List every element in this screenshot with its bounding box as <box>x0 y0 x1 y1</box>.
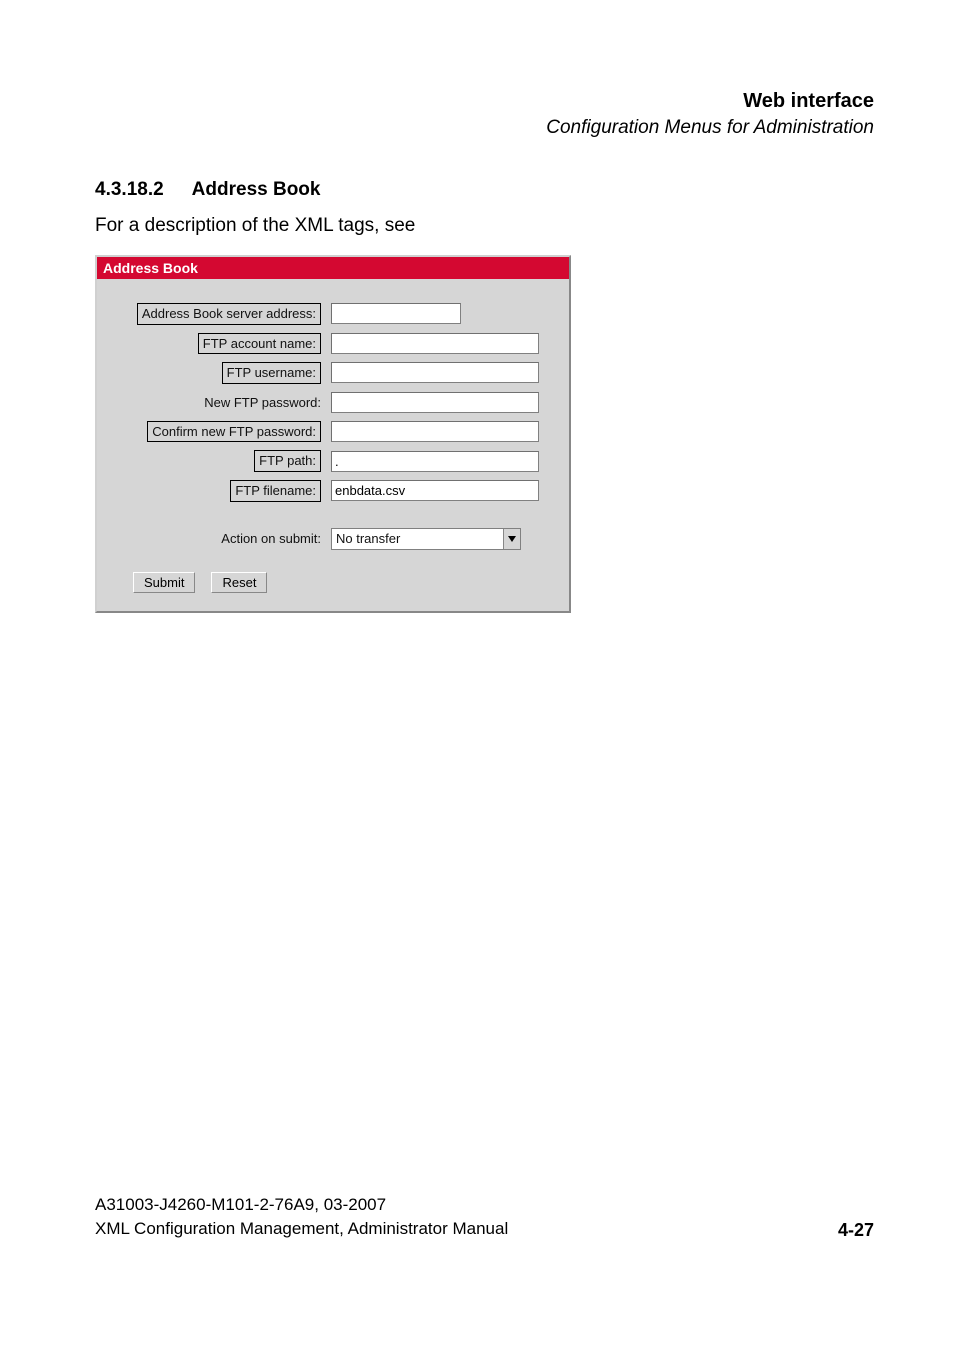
label-confirm-password: Confirm new FTP password: <box>147 421 321 443</box>
input-new-password[interactable] <box>331 392 539 413</box>
input-path[interactable] <box>331 451 539 472</box>
submit-button[interactable]: Submit <box>133 572 195 593</box>
page-footer: A31003-J4260-M101-2-76A9, 03-2007 XML Co… <box>95 1193 874 1241</box>
label-username: FTP username: <box>222 362 321 384</box>
address-book-panel: Address Book Address Book server address… <box>95 255 571 613</box>
footer-doc-id: A31003-J4260-M101-2-76A9, 03-2007 <box>95 1193 508 1217</box>
select-action-on-submit[interactable]: No transfer <box>331 528 521 550</box>
label-account-name: FTP account name: <box>198 333 321 355</box>
section-title: Address Book <box>192 179 321 200</box>
label-filename: FTP filename: <box>230 480 321 502</box>
label-server-address: Address Book server address: <box>137 303 321 325</box>
select-value: No transfer <box>332 530 503 547</box>
label-new-password: New FTP password: <box>204 395 321 410</box>
reset-button[interactable]: Reset <box>211 572 267 593</box>
panel-title: Address Book <box>97 257 569 279</box>
input-server-address[interactable] <box>331 303 461 324</box>
input-username[interactable] <box>331 362 539 383</box>
section-heading: 4.3.18.2 Address Book <box>95 179 874 201</box>
chevron-down-icon <box>503 529 520 549</box>
page-number: 4-27 <box>838 1220 874 1241</box>
section-description: For a description of the XML tags, see <box>95 215 874 237</box>
header-subtitle: Configuration Menus for Administration <box>95 117 874 139</box>
section-number: 4.3.18.2 <box>95 179 164 200</box>
input-confirm-password[interactable] <box>331 421 539 442</box>
label-path: FTP path: <box>254 450 321 472</box>
header-title: Web interface <box>95 90 874 113</box>
footer-doc-title: XML Configuration Management, Administra… <box>95 1217 508 1241</box>
label-action-on-submit: Action on submit: <box>221 531 321 546</box>
input-account-name[interactable] <box>331 333 539 354</box>
page-header: Web interface Configuration Menus for Ad… <box>95 90 874 139</box>
input-filename[interactable] <box>331 480 539 501</box>
